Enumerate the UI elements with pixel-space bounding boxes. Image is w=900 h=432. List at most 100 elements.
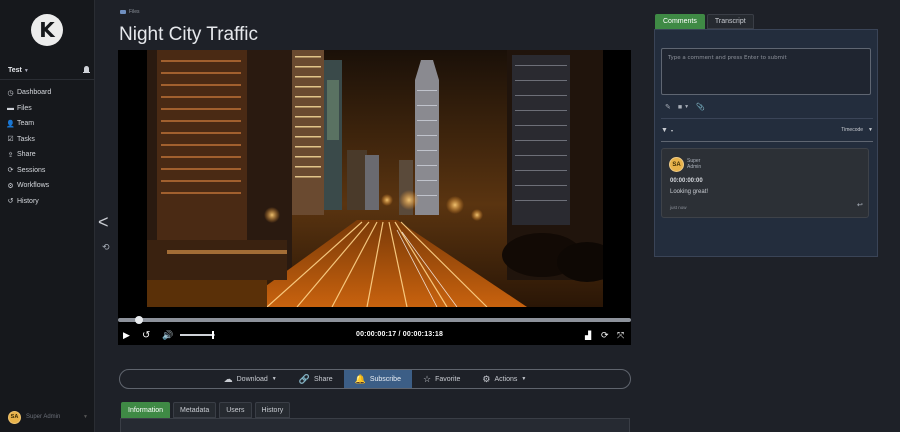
- action-bar: ☁ Download ▼ 🔗 Share 🔔 Subscribe ☆ Favor…: [119, 369, 631, 389]
- history-icon: ↺: [7, 198, 14, 206]
- avatar: SA: [669, 157, 684, 172]
- user-menu[interactable]: SA Super Admin ▼: [8, 410, 88, 424]
- sidebar-item-label: Tasks: [17, 135, 35, 143]
- progress-handle[interactable]: [134, 316, 143, 324]
- quality-icon[interactable]: ▟: [585, 328, 591, 342]
- sidebar-item-label: Share: [17, 151, 36, 159]
- volume-icon[interactable]: 🔊: [162, 328, 173, 342]
- download-button[interactable]: ☁ Download ▼: [213, 370, 288, 388]
- video-player[interactable]: ▶ ↺ 🔊 00:00:00:17 / 00:00:13:18 ▟ ⟳ ⤧: [118, 50, 631, 345]
- user-name: Super Admin: [26, 414, 61, 420]
- comment-card[interactable]: SA Super Admin 00:00:00:00 Looking great…: [661, 148, 869, 218]
- comment-filter-row: ▼ ▾ Timecode ▼: [661, 125, 873, 135]
- sidebar-item-label: Workflows: [17, 182, 50, 190]
- breadcrumb[interactable]: Files: [120, 9, 140, 15]
- sidebar-item-sessions[interactable]: ⟳ Sessions: [6, 163, 51, 179]
- tab-history[interactable]: History: [254, 402, 291, 418]
- avatar: SA: [8, 410, 21, 424]
- app-logo[interactable]: K: [31, 14, 63, 46]
- sidebar-item-files[interactable]: ▬ Files: [6, 101, 51, 117]
- sidebar-item-workflows[interactable]: ⚙ Workflows: [6, 178, 51, 194]
- chevron-down-icon[interactable]: ▼: [684, 104, 689, 110]
- sidebar-item-label: Dashboard: [17, 89, 52, 97]
- sidebar-item-team[interactable]: 👤 Team: [6, 116, 51, 132]
- sidebar-item-tasks[interactable]: ☑ Tasks: [6, 132, 51, 148]
- chevron-down-icon: ▼: [271, 376, 277, 382]
- comment-timecode[interactable]: 00:00:00:00: [670, 178, 703, 184]
- filter-icon: ▼: [661, 126, 668, 134]
- tab-transcript[interactable]: Transcript: [706, 14, 754, 29]
- favorite-label: Favorite: [435, 375, 461, 383]
- comments-panel: ✎ ■ ▼ 📎 ▼ ▾ Timecode ▼ SA Super Admin 00…: [654, 29, 878, 257]
- subscribe-button[interactable]: 🔔 Subscribe: [343, 370, 412, 388]
- breadcrumb-files[interactable]: Files: [129, 9, 140, 15]
- reply-icon[interactable]: ↩: [857, 201, 863, 209]
- sidebar: K Test ▼ ◷ Dashboard ▬ Files 👤 Team ☑ Tasks ⇪…: [0, 0, 95, 432]
- actions-button[interactable]: ⚙ Actions ▼: [471, 370, 537, 388]
- tab-information[interactable]: Information: [121, 402, 171, 418]
- tab-comments[interactable]: Comments: [655, 14, 705, 29]
- dashboard-icon: ◷: [7, 89, 14, 97]
- bell-icon: 🔔: [354, 373, 366, 384]
- tasks-icon: ☑: [7, 136, 14, 144]
- sidebar-item-dashboard[interactable]: ◷ Dashboard: [6, 85, 51, 101]
- sessions-icon: ⟳: [7, 167, 14, 175]
- video-progress-bar[interactable]: [118, 316, 631, 324]
- sidebar-item-label: Files: [17, 104, 32, 112]
- tab-users[interactable]: Users: [219, 402, 252, 418]
- volume-slider[interactable]: [180, 331, 215, 339]
- comment-tools: ✎ ■ ▼ 📎: [665, 103, 705, 112]
- tab-metadata[interactable]: Metadata: [173, 402, 217, 418]
- subscribe-label: Subscribe: [369, 375, 401, 383]
- pencil-icon[interactable]: ✎: [665, 103, 671, 111]
- share-label: Share: [313, 375, 333, 383]
- divider: [0, 79, 95, 80]
- chevron-down-icon: ▼: [868, 127, 873, 133]
- comment-text: Looking great!: [670, 189, 709, 195]
- workspace-name: Test: [8, 66, 22, 74]
- comment-author: Super Admin: [687, 158, 702, 170]
- link-icon: 🔗: [298, 373, 310, 384]
- sort-label: Timecode: [841, 127, 864, 133]
- sort-select[interactable]: Timecode ▼: [841, 127, 873, 133]
- play-icon[interactable]: ▶: [123, 328, 130, 342]
- sidebar-item-share[interactable]: ⇪ Share: [6, 147, 51, 163]
- workflows-icon: ⚙: [7, 182, 14, 190]
- timecode-display: 00:00:00:17 / 00:00:13:18: [356, 331, 444, 338]
- previous-arrow-icon[interactable]: <: [98, 213, 109, 231]
- workspace-selector[interactable]: Test ▼: [8, 64, 90, 76]
- chevron-down-icon: ▾: [670, 127, 673, 133]
- sidebar-nav: ◷ Dashboard ▬ Files 👤 Team ☑ Tasks ⇪ Share ⟳ S…: [6, 85, 51, 209]
- video-frame-image: [147, 50, 603, 307]
- chevron-down-icon: ▼: [521, 376, 527, 382]
- sidebar-item-label: Sessions: [17, 166, 46, 174]
- right-tabs: Comments Transcript: [655, 14, 754, 29]
- star-icon: ☆: [422, 373, 432, 384]
- paperclip-icon[interactable]: 📎: [696, 103, 705, 111]
- replay-icon[interactable]: ↺: [142, 328, 150, 342]
- fullscreen-icon[interactable]: ⤧: [617, 328, 624, 342]
- info-tabs: Information Metadata Users History: [121, 402, 291, 418]
- video-frame[interactable]: [147, 50, 603, 307]
- loop-icon[interactable]: ⟳: [601, 328, 609, 342]
- share-icon: ⇪: [7, 151, 14, 159]
- divider: [661, 118, 873, 119]
- gear-icon: ⚙: [482, 373, 491, 384]
- undo-icon[interactable]: ⟲: [102, 242, 110, 253]
- share-button[interactable]: 🔗 Share: [288, 370, 344, 388]
- volume-handle[interactable]: [212, 331, 215, 339]
- folder-icon: [120, 10, 126, 14]
- page-title: Night City Traffic: [119, 24, 259, 45]
- sidebar-item-history[interactable]: ↺ History: [6, 194, 51, 210]
- comment-input[interactable]: [661, 48, 871, 95]
- team-icon: 👤: [6, 120, 15, 128]
- favorite-button[interactable]: ☆ Favorite: [412, 370, 471, 388]
- filter-button[interactable]: ▼ ▾: [661, 127, 673, 134]
- shape-icon[interactable]: ■: [678, 104, 682, 111]
- bell-icon[interactable]: [83, 66, 90, 74]
- folder-icon: ▬: [7, 104, 14, 112]
- info-panel: [120, 418, 630, 432]
- comment-timestamp: just now: [670, 205, 687, 210]
- divider: [661, 141, 873, 142]
- chevron-down-icon: ▼: [23, 67, 29, 74]
